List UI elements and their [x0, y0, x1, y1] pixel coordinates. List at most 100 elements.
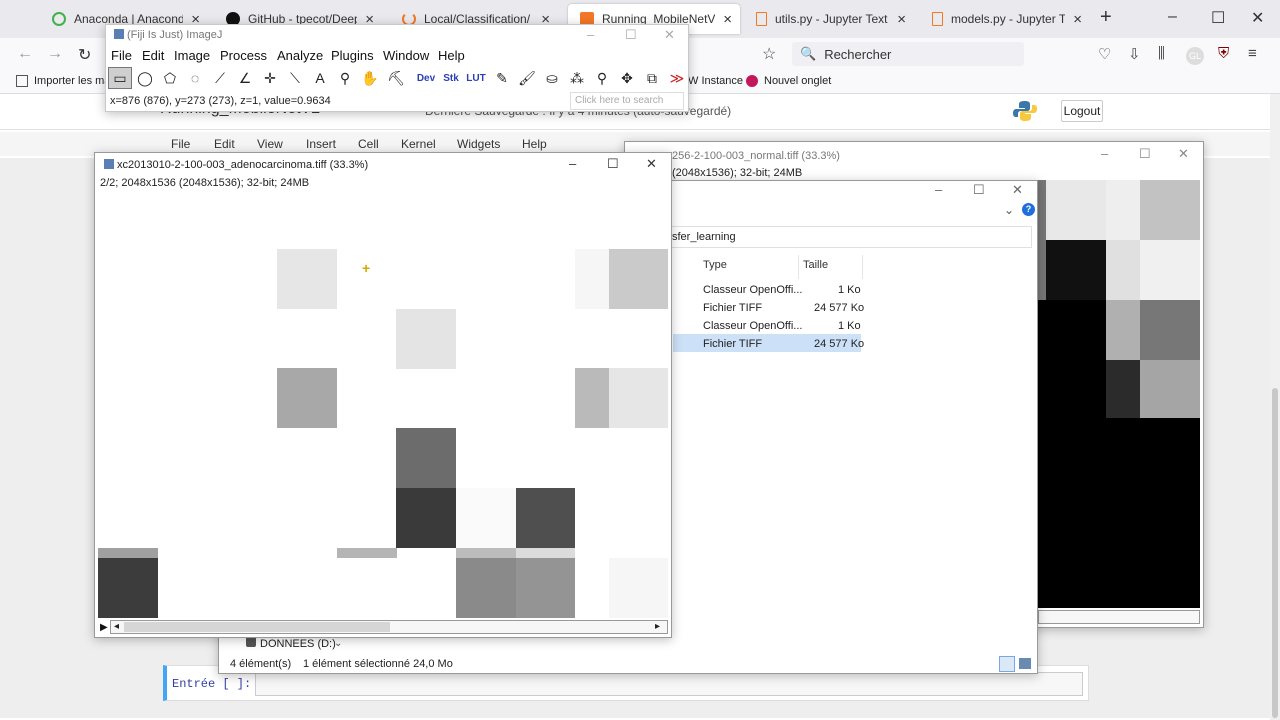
drive-label[interactable]: DONNEES (D:) — [260, 638, 336, 650]
maximize-button[interactable]: ☐ — [625, 27, 637, 43]
bookmark-star-icon[interactable]: ☆ — [762, 44, 776, 64]
flood-fill-tool-icon[interactable]: ⛀ — [540, 67, 564, 89]
freehand-tool-icon[interactable]: ◌ — [183, 67, 207, 89]
scroll-left-icon[interactable]: ◂ — [114, 621, 119, 632]
library-icon[interactable]: ⫼ — [1158, 45, 1165, 62]
ij-menu-help[interactable]: Help — [438, 48, 465, 63]
menu-cell[interactable]: Cell — [358, 137, 379, 151]
bookmark-instance[interactable]: W Instance — [688, 75, 743, 87]
tab-models-py[interactable]: models.py - Jupyter Text Edit × — [920, 4, 1090, 34]
pocket-icon[interactable]: ♡ — [1098, 45, 1111, 63]
tab-utils-py[interactable]: utils.py - Jupyter Text Editor × — [744, 4, 914, 34]
close-icon[interactable]: × — [897, 11, 906, 28]
cell-input[interactable] — [255, 672, 1083, 696]
minimize-button[interactable]: – — [935, 182, 942, 197]
spray-tool-icon[interactable]: ⁂ — [565, 67, 589, 89]
image-canvas-normal[interactable] — [1038, 180, 1200, 608]
stk-tool-icon[interactable]: Stk — [439, 67, 463, 89]
dropper-tool-icon[interactable]: ⛏ — [384, 67, 408, 89]
close-icon[interactable]: × — [1073, 11, 1082, 28]
ij-menu-analyze[interactable]: Analyze — [277, 48, 323, 63]
chevron-down-icon[interactable]: ⌄ — [334, 638, 342, 649]
download-icon[interactable]: ⇩ — [1128, 45, 1141, 63]
forward-button[interactable]: → — [47, 45, 63, 63]
polygon-tool-icon[interactable]: ⬠ — [158, 67, 182, 89]
maximize-button[interactable]: ☐ — [607, 156, 619, 172]
image-info-normal: (2048x1536); 32-bit; 24MB — [672, 167, 803, 179]
minimize-button[interactable]: – — [569, 156, 576, 171]
ij-menu-window[interactable]: Window — [383, 48, 429, 63]
magnifier-tool-icon[interactable]: ⚲ — [333, 67, 357, 89]
menu-file[interactable]: File — [171, 137, 190, 151]
anaconda-icon — [52, 12, 66, 26]
move-tool-icon[interactable]: ✥ — [615, 67, 639, 89]
lut-tool-icon[interactable]: LUT — [464, 67, 488, 89]
more-tools-icon[interactable]: ≫ — [665, 67, 689, 89]
oval-tool-icon[interactable]: ◯ — [133, 67, 157, 89]
minimize-button[interactable]: – — [1101, 146, 1108, 161]
point-tool-icon[interactable]: ✛ — [258, 67, 282, 89]
menu-edit[interactable]: Edit — [214, 137, 235, 151]
angle-tool-icon[interactable]: ∠ — [233, 67, 257, 89]
menu-icon[interactable]: ≡ — [1248, 45, 1257, 62]
minimize-button[interactable]: – — [587, 27, 594, 42]
ij-menu-process[interactable]: Process — [220, 48, 267, 63]
close-icon[interactable]: × — [723, 11, 732, 28]
pencil-tool-icon[interactable]: ✎ — [490, 67, 514, 89]
tool-glyph: ⚲ — [596, 69, 608, 86]
search-tool-icon[interactable]: ⚲ — [590, 67, 614, 89]
image-scrollbar-normal[interactable] — [1038, 610, 1200, 624]
image-scrollbar-thumb[interactable] — [124, 622, 390, 632]
dev-tool-icon[interactable]: Dev — [414, 67, 438, 89]
close-window-button[interactable]: ✕ — [664, 27, 675, 43]
scroll-right-icon[interactable]: ▸ — [655, 621, 660, 632]
browser-search-input[interactable]: 🔍 Rechercher — [792, 42, 1024, 66]
bookmark-new-tab[interactable]: Nouvel onglet — [746, 75, 831, 87]
back-button[interactable]: ← — [17, 45, 33, 63]
menu-kernel[interactable]: Kernel — [401, 137, 436, 151]
close-window-button[interactable]: ✕ — [646, 156, 657, 172]
menu-view[interactable]: View — [257, 137, 283, 151]
tool-glyph: ✎ — [496, 69, 508, 86]
file-size: 24 577 Ko — [814, 302, 865, 314]
ij-menu-plugins[interactable]: Plugins — [331, 48, 374, 63]
column-header-type[interactable]: Type — [703, 259, 727, 271]
reload-button[interactable]: ↻ — [78, 45, 91, 65]
menu-insert[interactable]: Insert — [306, 137, 336, 151]
rectangle-tool-icon[interactable]: ▭ — [108, 67, 132, 89]
wand-tool-icon[interactable]: ⟍ — [283, 67, 307, 89]
file-type: Classeur OpenOffi... — [703, 320, 803, 332]
ij-search-input[interactable]: Click here to search — [570, 92, 684, 110]
new-tab-button[interactable]: + — [1100, 6, 1112, 29]
close-window-button[interactable]: ✕ — [1178, 146, 1189, 162]
page-scrollbar-thumb[interactable] — [1272, 388, 1278, 718]
line-tool-icon[interactable]: ⟋ — [208, 67, 232, 89]
maximize-button[interactable]: ☐ — [1139, 146, 1151, 162]
account-icon[interactable]: GL — [1186, 47, 1204, 65]
menu-widgets[interactable]: Widgets — [457, 137, 500, 151]
close-window-button[interactable]: ✕ — [1251, 8, 1264, 28]
column-header-size[interactable]: Taille — [803, 259, 828, 271]
details-view-icon[interactable] — [999, 656, 1015, 672]
hand-tool-icon[interactable]: ✋ — [358, 67, 382, 89]
python-logo-icon — [1013, 101, 1037, 121]
close-window-button[interactable]: ✕ — [1012, 182, 1023, 198]
chevron-down-icon[interactable]: ⌄ — [1004, 203, 1014, 217]
text-tool-icon[interactable]: A — [308, 67, 332, 89]
ij-menu-edit[interactable]: Edit — [142, 48, 164, 63]
maximize-button[interactable]: ☐ — [1211, 8, 1225, 28]
play-icon[interactable]: ▶ — [100, 622, 108, 633]
ublock-icon[interactable]: ⛨ — [1218, 45, 1229, 62]
overlay-tool-icon[interactable]: ⧉ — [640, 67, 664, 89]
help-icon[interactable]: ? — [1022, 203, 1035, 216]
ij-menu-file[interactable]: File — [111, 48, 132, 63]
ij-menu-image[interactable]: Image — [174, 48, 210, 63]
brush-tool-icon[interactable]: 🖌 — [515, 67, 539, 89]
maximize-button[interactable]: ☐ — [973, 182, 985, 198]
large-icons-view-icon[interactable] — [1019, 658, 1031, 669]
image-canvas-adenocarcinoma[interactable] — [98, 190, 668, 618]
file-icon — [932, 12, 943, 26]
minimize-button[interactable]: – — [1168, 8, 1177, 26]
logout-button[interactable]: Logout — [1061, 100, 1103, 122]
menu-help[interactable]: Help — [522, 137, 547, 151]
